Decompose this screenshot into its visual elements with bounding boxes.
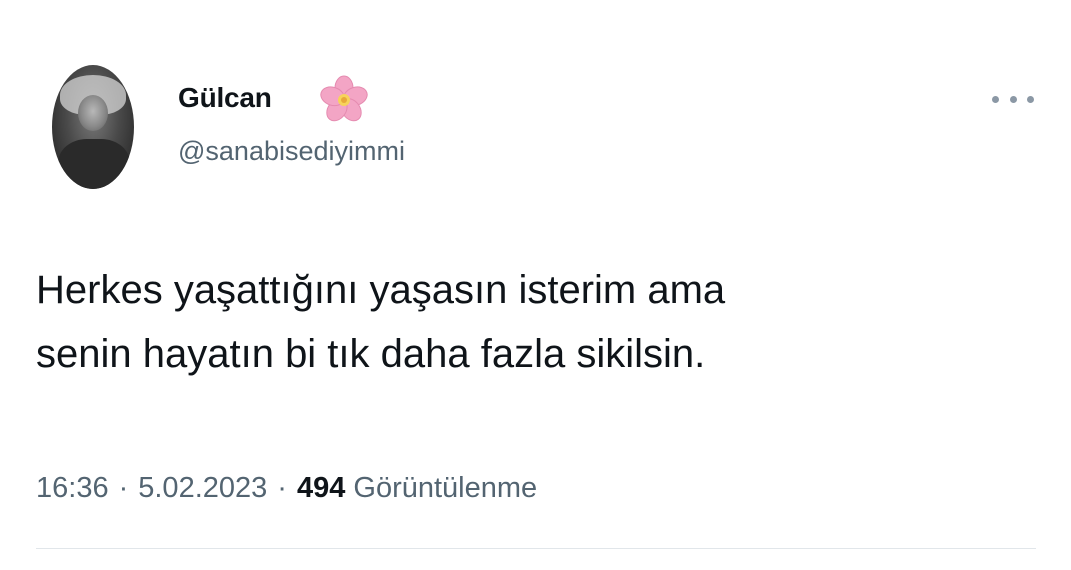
- views-count: 494: [296, 472, 346, 504]
- more-dot: [1027, 95, 1034, 103]
- tweet-date[interactable]: 5.02.2023: [138, 472, 267, 504]
- tweet-card: Gülcan @sanabisediyimmi Herkes yaşattığı…: [0, 0, 1071, 570]
- tweet-meta: 16:36 · 5.02.2023 · 494 Görüntülenme: [36, 472, 537, 505]
- avatar[interactable]: [52, 65, 134, 189]
- divider: [36, 548, 1036, 549]
- author-handle[interactable]: @sanabisediyimmi: [178, 136, 405, 167]
- tweet-text: Herkes yaşattığını yaşasın isterim ama s…: [36, 258, 1036, 386]
- more-dot: [1009, 95, 1017, 103]
- cherry-blossom-icon: [320, 75, 368, 122]
- more-horizontal-icon[interactable]: [992, 92, 1034, 106]
- tweet-text-line: Herkes yaşattığını yaşasın isterim ama: [36, 268, 726, 312]
- tweet-time[interactable]: 16:36: [36, 472, 109, 504]
- more-dot: [992, 95, 999, 103]
- meta-separator: ·: [118, 472, 129, 504]
- views-label: Görüntülenme: [353, 472, 538, 504]
- avatar-face: [78, 95, 108, 131]
- author-display-name[interactable]: Gülcan: [178, 82, 272, 114]
- meta-separator: ·: [277, 472, 287, 504]
- tweet-text-line: senin hayatın bi tık daha fazla sikilsin…: [36, 332, 706, 376]
- avatar-body: [58, 139, 130, 189]
